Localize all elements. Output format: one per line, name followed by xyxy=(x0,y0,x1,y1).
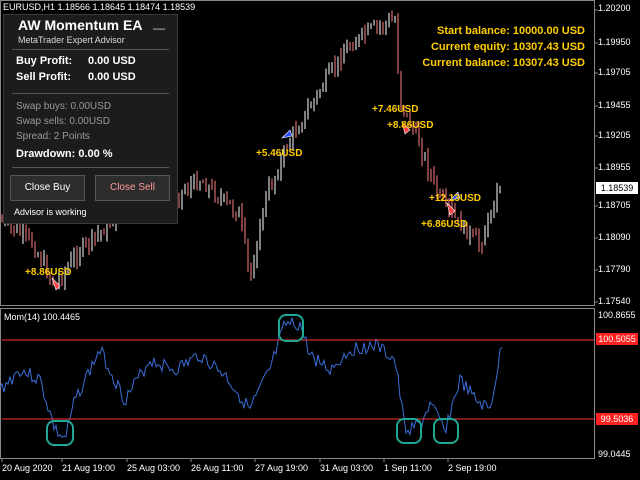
sell-profit-row: Sell Profit: 0.00 USD xyxy=(16,71,136,83)
price-tick: 1.19705 xyxy=(598,67,631,77)
trade-profit-label: +12.13USD xyxy=(429,193,481,204)
advisor-status: Advisor is working xyxy=(14,207,87,217)
signal-highlight xyxy=(46,420,74,446)
buy-profit-value: 0.00 USD xyxy=(88,55,136,67)
current-equity: Current equity: 10307.43 USD xyxy=(430,41,585,53)
indicator-frame xyxy=(0,308,595,459)
indicator-name: Mom(14) 100.4465 xyxy=(4,312,81,322)
signal-highlight xyxy=(396,418,422,444)
current-balance: Current balance: 10307.43 USD xyxy=(422,57,585,69)
buy-profit-label: Buy Profit: xyxy=(16,55,73,67)
sell-profit-value: 0.00 USD xyxy=(88,71,136,83)
divider xyxy=(12,49,169,50)
sell-arrow-icon xyxy=(446,202,456,216)
price-tick: 1.19455 xyxy=(598,100,631,110)
swap-sells: Swap sells: 0.00USD xyxy=(16,116,110,127)
price-tick: 1.20200 xyxy=(598,3,631,13)
ea-panel: AW Momentum EA MetaTrader Expert Advisor… xyxy=(3,14,178,224)
time-tick: 21 Aug 19:00 xyxy=(62,463,116,473)
trade-profit-label: +6.86USD xyxy=(421,219,468,230)
close-sell-button[interactable]: Close Sell xyxy=(95,175,170,201)
ea-panel-subtitle: MetaTrader Expert Advisor xyxy=(18,35,125,45)
price-tick: 1.19950 xyxy=(598,37,631,47)
spread: Spread: 2 Points xyxy=(16,131,90,142)
buy-profit-row: Buy Profit: 0.00 USD xyxy=(16,55,136,67)
price-tick: 1.17790 xyxy=(598,264,631,274)
minimize-button[interactable]: — xyxy=(153,21,165,35)
ea-panel-title: AW Momentum EA xyxy=(18,17,143,33)
lower-level-label: 99.5036 xyxy=(596,413,638,425)
price-tick: 1.18705 xyxy=(598,200,631,210)
current-price-label: 1.18539 xyxy=(596,182,638,194)
sell-profit-label: Sell Profit: xyxy=(16,71,72,83)
time-tick: 2 Sep 19:00 xyxy=(448,463,497,473)
start-balance: Start balance: 10000.00 USD xyxy=(437,25,585,37)
trade-profit-label: +8.86USD xyxy=(387,120,434,131)
price-tick: 1.18090 xyxy=(598,232,631,242)
buy-arrow-icon xyxy=(281,129,293,139)
time-tick: 26 Aug 11:00 xyxy=(191,463,244,473)
close-buy-button[interactable]: Close Buy xyxy=(10,175,85,201)
price-tick: 1.18955 xyxy=(598,162,631,172)
trade-profit-label: +8.86USD xyxy=(25,267,72,278)
time-tick: 25 Aug 03:00 xyxy=(127,463,181,473)
time-tick: 1 Sep 11:00 xyxy=(384,463,432,473)
trade-profit-label: +5.46USD xyxy=(256,148,303,159)
swap-buys: Swap buys: 0.00USD xyxy=(16,101,112,112)
divider xyxy=(12,167,169,168)
indicator-tick: 100.8655 xyxy=(598,310,636,320)
upper-level-label: 100.5055 xyxy=(596,333,638,345)
time-tick: 31 Aug 03:00 xyxy=(320,463,374,473)
time-tick: 20 Aug 2020 xyxy=(2,463,53,473)
price-tick: 1.19205 xyxy=(598,130,631,140)
time-tick: 27 Aug 19:00 xyxy=(255,463,309,473)
symbol-info: EURUSD,H1 1.18566 1.18645 1.18474 1.1853… xyxy=(3,2,196,12)
indicator-tick: 99.0445 xyxy=(598,449,631,459)
divider xyxy=(12,93,169,94)
drawdown: Drawdown: 0.00 % xyxy=(16,148,113,160)
trade-profit-label: +7.46USD xyxy=(372,104,419,115)
price-tick: 1.17540 xyxy=(598,296,631,306)
